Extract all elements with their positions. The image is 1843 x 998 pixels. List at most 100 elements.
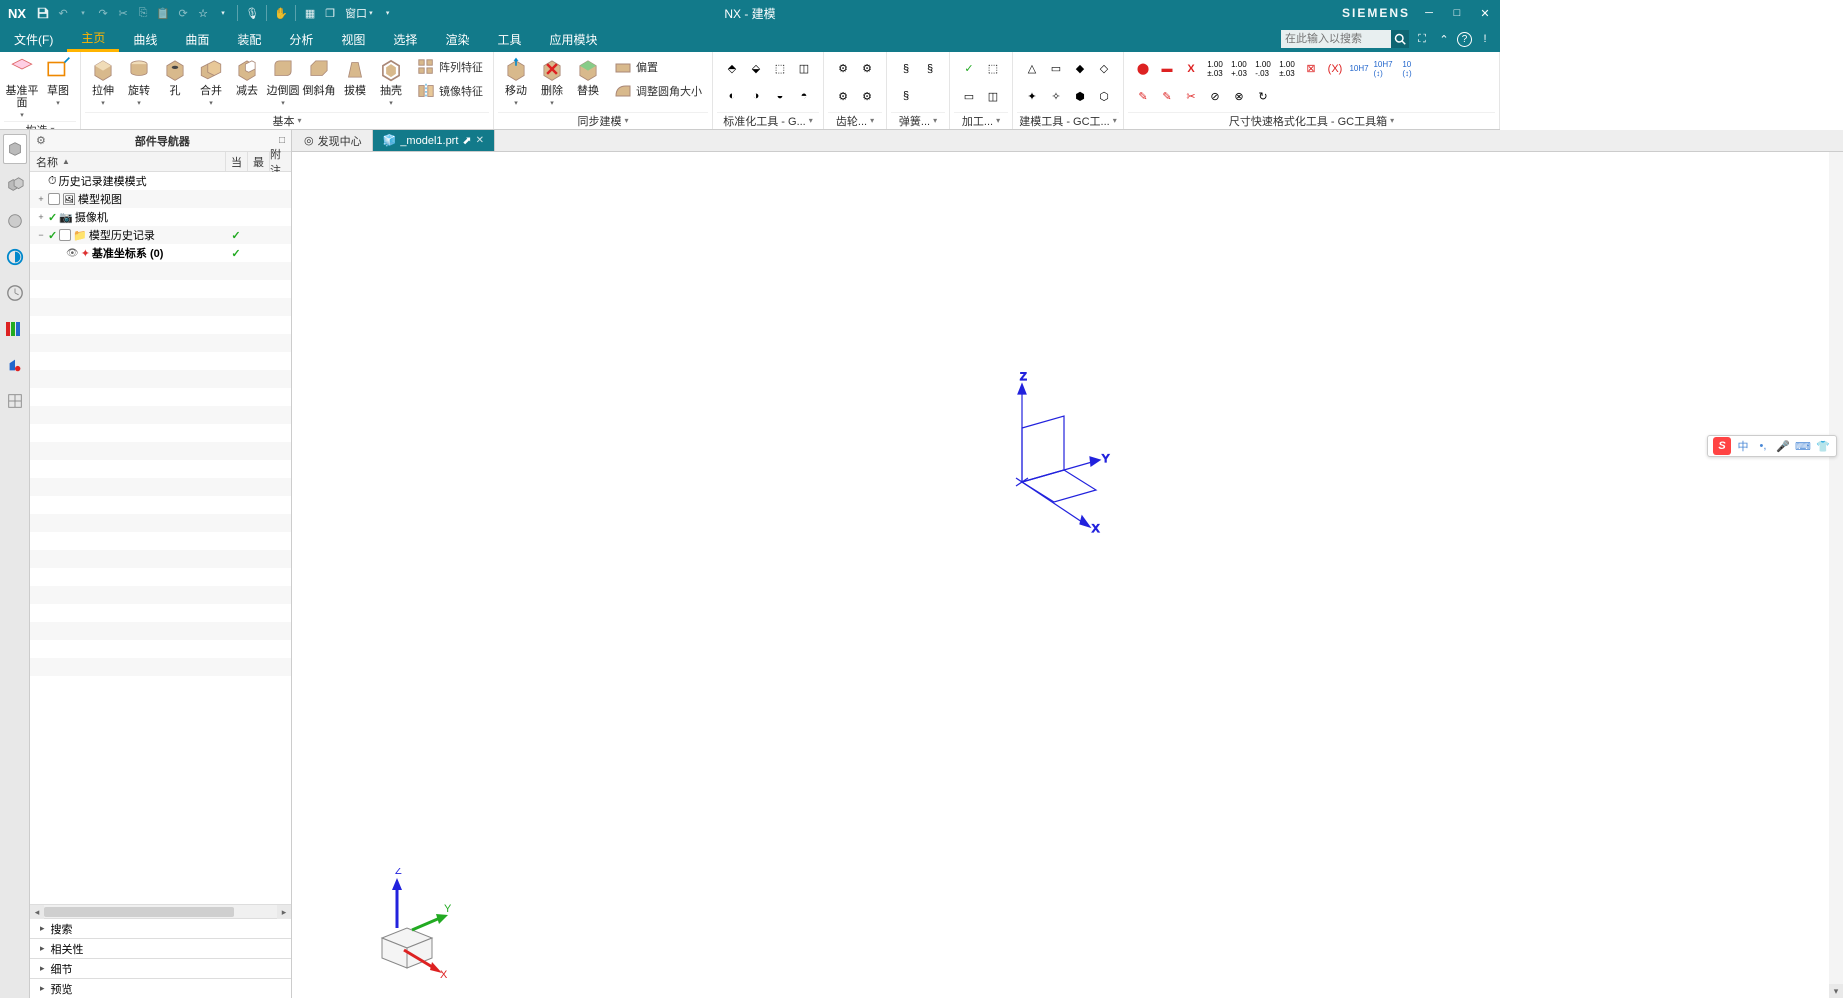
tree-row[interactable]: +🖼模型视图 [30,190,291,208]
hole-button[interactable]: 孔 [157,53,193,99]
tree-row[interactable] [30,496,291,514]
tool-icon[interactable]: ✂ [1180,85,1202,107]
tree-row[interactable] [30,460,291,478]
tree-row[interactable] [30,298,291,316]
tree-row[interactable] [30,658,291,676]
close-icon[interactable]: ✕ [1476,4,1494,22]
alert-icon[interactable]: ! [1476,30,1494,48]
tool-icon[interactable]: 1.00+.03 [1228,58,1250,80]
mirror-feature-button[interactable]: 镜像特征 [413,79,485,103]
tool-icon[interactable]: 1.00±.03 [1204,58,1226,80]
tool-icon[interactable]: ✎ [1132,85,1154,107]
viewport[interactable]: Z Y X [292,152,1843,998]
col-notes[interactable]: 附注 [269,152,291,171]
scroll-thumb[interactable] [44,907,234,917]
col-current[interactable]: 当 [225,152,247,171]
tool-icon[interactable]: 1.00-.03 [1252,58,1274,80]
section-preview[interactable]: ▸预览 [30,978,291,998]
tab-assembly[interactable]: 装配 [223,26,275,52]
tool-icon[interactable]: ⬚ [982,58,1004,80]
offset-region-button[interactable]: 偏置 [610,55,704,79]
tool-icon[interactable]: (X) [1324,58,1346,80]
layout-icon[interactable]: ▦ [301,4,319,22]
tool-icon[interactable]: 10(↕) [1396,58,1418,80]
tool-icon[interactable]: ⚙ [856,85,878,107]
view-triad[interactable]: Z Y X [352,868,442,968]
tool-icon[interactable]: § [919,58,941,80]
tool-icon[interactable]: ⬤ [1132,58,1154,80]
copy-icon[interactable]: ⎘ [134,4,152,22]
tool-icon[interactable]: ⬙ [745,58,767,80]
fullscreen-icon[interactable]: ⛶ [1413,30,1431,48]
tab-close-icon[interactable]: ✕ [476,135,484,146]
tree-row[interactable]: ⏱历史记录建模模式 [30,172,291,190]
tool-icon[interactable]: ✦ [1021,85,1043,107]
paste-icon[interactable]: 📋 [154,4,172,22]
section-search[interactable]: ▸搜索 [30,918,291,938]
draft-button[interactable]: 拔模 [337,53,373,99]
tree-row[interactable] [30,640,291,658]
tab-tools[interactable]: 工具 [483,26,535,52]
tool-icon[interactable]: ▭ [958,85,980,107]
tool-icon[interactable]: ⬘ [721,58,743,80]
window-switch-icon[interactable]: ❐ [321,4,339,22]
tree-row[interactable] [30,388,291,406]
sogou-logo-icon[interactable]: S [1713,437,1731,455]
scroll-left-icon[interactable]: ◂ [30,905,44,919]
ime-lang[interactable]: 中 [1735,438,1751,454]
undo-dropdown-icon[interactable]: ▾ [74,4,92,22]
reuse-library-tab-icon[interactable] [3,242,27,272]
tree-row[interactable] [30,316,291,334]
tool-icon[interactable]: ⊗ [1228,85,1250,107]
tool-icon[interactable]: ⬚ [769,58,791,80]
delete-face-button[interactable]: 删除▾ [534,53,570,109]
tool-icon[interactable]: ✎ [1156,85,1178,107]
save-icon[interactable] [34,4,52,22]
tool-icon[interactable]: ↻ [1252,85,1274,107]
qat-customize-icon[interactable]: ▾ [379,4,397,22]
tool-icon[interactable]: ▬ [1156,58,1178,80]
nav-hscroll[interactable]: ◂ ▸ [30,904,291,918]
pattern-feature-button[interactable]: 阵列特征 [413,55,485,79]
favorite-icon[interactable]: ☆ [194,4,212,22]
tool-icon[interactable]: ⊠ [1300,58,1322,80]
chamfer-button[interactable]: 倒斜角 [301,53,337,99]
ime-toolbar[interactable]: S 中 •, 🎤 ⌨ 👕 [1707,435,1837,457]
tool-icon[interactable]: ◇ [1093,58,1115,80]
tree-row[interactable]: 👁✦基准坐标系 (0)✓ [30,244,291,262]
tree-row[interactable] [30,370,291,388]
tool-icon[interactable]: ⚙ [832,58,854,80]
tree-row[interactable] [30,586,291,604]
tool-icon[interactable]: ◓ [793,85,815,107]
tool-icon[interactable]: X [1180,58,1202,80]
maximize-icon[interactable]: □ [1448,4,1466,22]
search-icon[interactable] [1391,30,1409,48]
tool-icon[interactable]: ⬡ [1093,85,1115,107]
checkbox[interactable] [48,193,60,205]
expand-icon[interactable]: + [36,212,46,222]
tree-row[interactable] [30,406,291,424]
tree-row[interactable] [30,514,291,532]
expand-icon[interactable]: − [36,230,46,240]
tab-file[interactable]: 文件(F) [0,26,67,52]
history-tab-icon[interactable] [3,278,27,308]
command-search-input[interactable] [1281,30,1391,48]
tab-view[interactable]: 视图 [327,26,379,52]
tab-select[interactable]: 选择 [379,26,431,52]
roles-tab-icon[interactable] [3,350,27,380]
tool-icon[interactable]: ✧ [1045,85,1067,107]
ime-skin-icon[interactable]: 👕 [1815,438,1831,454]
tree-row[interactable] [30,532,291,550]
tool-icon[interactable]: ◫ [793,58,815,80]
extrude-button[interactable]: 拉伸▾ [85,53,121,109]
subtract-button[interactable]: 减去 [229,53,265,99]
tool-icon[interactable]: ◐ [721,85,743,107]
tree-row[interactable] [30,604,291,622]
tab-welcome[interactable]: ◎ 发现中心 [294,130,373,151]
tab-home[interactable]: 主页 [67,26,119,52]
tree-row[interactable]: +✓📷摄像机 [30,208,291,226]
tool-icon[interactable]: ⚙ [832,85,854,107]
tab-render[interactable]: 渲染 [431,26,483,52]
section-dependency[interactable]: ▸相关性 [30,938,291,958]
tool-icon[interactable]: 1.00±.03 [1276,58,1298,80]
